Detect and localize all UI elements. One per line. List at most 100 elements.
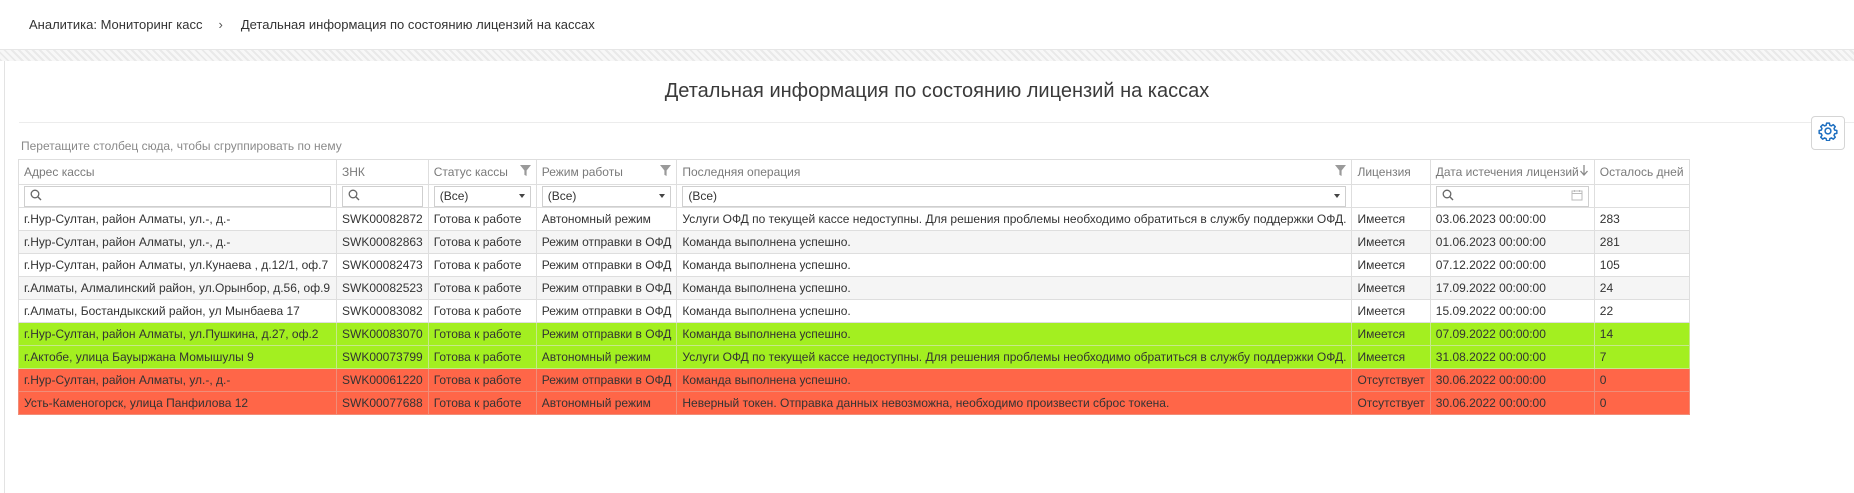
cell-operation: Команда выполнена успешно. — [676, 368, 1353, 392]
cell-status: Готова к работе — [427, 230, 537, 254]
licenses-grid: Адрес кассы ЗНК Статус кассы Режим работ… — [18, 159, 1690, 415]
cell-status: Готова к работе — [427, 299, 537, 323]
page-divider — [0, 50, 1854, 61]
cell-days: 7 — [1593, 345, 1690, 369]
cell-days: 105 — [1593, 253, 1690, 277]
table-row[interactable]: г.Нур-Султан, район Алматы, ул.-, д.- SWK… — [18, 230, 1690, 254]
cell-address: г.Актобе, улица Бауыржана Момышулы 9 — [18, 345, 337, 369]
funnel-icon[interactable] — [660, 165, 672, 179]
cell-license: Имеется — [1351, 253, 1431, 277]
table-row[interactable]: г.Нур-Султан, район Алматы, ул.Пушкина, … — [18, 322, 1690, 346]
cell-operation: Услуги ОФД по текущей кассе недоступны. … — [676, 345, 1353, 369]
table-row[interactable]: г.Нур-Султан, район Алматы, ул.Кунаева ,… — [18, 253, 1690, 277]
cell-status: Готова к работе — [427, 276, 537, 300]
cell-expires: 07.09.2022 00:00:00 — [1429, 322, 1595, 346]
cell-status: Готова к работе — [427, 322, 537, 346]
cell-mode: Режим отправки в ОФД — [535, 322, 678, 346]
group-panel-hint[interactable]: Перетащите столбец сюда, чтобы сгруппиро… — [21, 139, 342, 153]
cell-address: г.Нур-Султан, район Алматы, ул.-, д.- — [18, 368, 337, 392]
filter-operation-select[interactable]: (Все) — [682, 185, 1347, 207]
cell-operation: Команда выполнена успешно. — [676, 299, 1353, 323]
filter-expiry-input[interactable] — [1435, 185, 1589, 207]
cell-expires: 07.12.2022 00:00:00 — [1429, 253, 1595, 277]
breadcrumb-separator: › — [218, 17, 223, 32]
cell-days: 14 — [1593, 322, 1690, 346]
table-row[interactable]: г.Нур-Султан, район Алматы, ул.-, д.- SWK… — [18, 368, 1690, 392]
column-header-license[interactable]: Лицензия — [1351, 159, 1431, 185]
column-header-operation[interactable]: Последняя операция — [676, 159, 1353, 185]
breadcrumb: Аналитика: Мониторинг касс › Детальная и… — [0, 0, 1854, 50]
filter-row: (Все) (Все) (Все) — [18, 184, 1690, 208]
header-row: Адрес кассы ЗНК Статус кассы Режим работ… — [18, 159, 1690, 185]
cell-operation: Неверный токен. Отправка данных невозмож… — [676, 391, 1353, 415]
column-header-status[interactable]: Статус кассы — [427, 159, 537, 185]
funnel-icon[interactable] — [1335, 165, 1347, 179]
chevron-down-icon — [659, 194, 666, 198]
column-header-address[interactable]: Адрес кассы — [18, 159, 337, 185]
cell-license: Отсутствует — [1351, 368, 1431, 392]
cell-address: Усть-Каменогорск, улица Панфилова 12 — [18, 391, 337, 415]
cell-status: Готова к работе — [427, 345, 537, 369]
cell-status: Готова к работе — [427, 207, 537, 231]
cell-address: г.Алматы, Алмалинский район, ул.Орынбор,… — [18, 276, 337, 300]
cell-znk: SWK00073799 — [336, 345, 429, 369]
filter-mode-select[interactable]: (Все) — [541, 185, 672, 207]
cell-expires: 31.08.2022 00:00:00 — [1429, 345, 1595, 369]
cell-operation: Команда выполнена успешно. — [676, 230, 1353, 254]
cell-days: 281 — [1593, 230, 1690, 254]
breadcrumb-item-current: Детальная информация по состоянию лиценз… — [240, 17, 595, 32]
search-icon — [1442, 189, 1454, 204]
cell-days: 283 — [1593, 207, 1690, 231]
cell-address: г.Нур-Султан, район Алматы, ул.Пушкина, … — [18, 322, 337, 346]
funnel-icon[interactable] — [519, 165, 531, 179]
cell-mode: Режим отправки в ОФД — [535, 276, 678, 300]
cell-mode: Автономный режим — [535, 391, 678, 415]
column-header-mode[interactable]: Режим работы — [535, 159, 678, 185]
cell-znk: SWK00082523 — [336, 276, 429, 300]
cell-mode: Режим отправки в ОФД — [535, 230, 678, 254]
cell-days: 0 — [1593, 391, 1690, 415]
filter-address-input[interactable] — [24, 185, 331, 207]
cell-mode: Автономный режим — [535, 207, 678, 231]
cell-operation: Команда выполнена успешно. — [676, 322, 1353, 346]
chevron-down-icon — [518, 194, 525, 198]
cell-expires: 15.09.2022 00:00:00 — [1429, 299, 1595, 323]
cell-expires: 03.06.2023 00:00:00 — [1429, 207, 1595, 231]
cell-address: г.Нур-Султан, район Алматы, ул.-, д.- — [18, 230, 337, 254]
filter-days-cell — [1593, 184, 1690, 208]
cell-znk: SWK00082872 — [336, 207, 429, 231]
cell-license: Имеется — [1351, 322, 1431, 346]
cell-days: 24 — [1593, 276, 1690, 300]
cell-znk: SWK00082473 — [336, 253, 429, 277]
cell-address: г.Нур-Султан, район Алматы, ул.-, д.- — [18, 207, 337, 231]
cell-address: г.Алматы, Бостандыкский район, ул Мынбае… — [18, 299, 337, 323]
column-header-expiry[interactable]: Дата истечения лицензий — [1429, 159, 1595, 185]
filter-status-select[interactable]: (Все) — [433, 185, 531, 207]
table-row[interactable]: г.Алматы, Бостандыкский район, ул Мынбае… — [18, 299, 1690, 323]
column-header-znk[interactable]: ЗНК — [336, 159, 429, 185]
cell-days: 22 — [1593, 299, 1690, 323]
calendar-icon[interactable] — [1571, 189, 1583, 204]
filter-znk-input[interactable] — [342, 185, 423, 207]
column-header-days-left[interactable]: Осталось дней — [1593, 159, 1690, 185]
search-icon — [30, 189, 42, 204]
table-row[interactable]: г.Алматы, Алмалинский район, ул.Орынбор,… — [18, 276, 1690, 300]
settings-button[interactable] — [1811, 116, 1845, 150]
cell-license: Имеется — [1351, 299, 1431, 323]
cell-znk: SWK00061220 — [336, 368, 429, 392]
cell-znk: SWK00083082 — [336, 299, 429, 323]
cell-mode: Режим отправки в ОФД — [535, 253, 678, 277]
cell-expires: 30.06.2022 00:00:00 — [1429, 368, 1595, 392]
cell-address: г.Нур-Султан, район Алматы, ул.Кунаева ,… — [18, 253, 337, 277]
cell-license: Имеется — [1351, 230, 1431, 254]
cell-license: Имеется — [1351, 276, 1431, 300]
table-row[interactable]: г.Нур-Султан, район Алматы, ул.-, д.- SWK… — [18, 207, 1690, 231]
cell-days: 0 — [1593, 368, 1690, 392]
cell-znk: SWK00077688 — [336, 391, 429, 415]
table-row[interactable]: г.Актобе, улица Бауыржана Момышулы 9 SWK0… — [18, 345, 1690, 369]
table-row[interactable]: Усть-Каменогорск, улица Панфилова 12 SWK0… — [18, 391, 1690, 415]
cell-znk: SWK00082863 — [336, 230, 429, 254]
breadcrumb-item-monitoring[interactable]: Аналитика: Мониторинг касс — [29, 17, 202, 32]
sort-down-icon[interactable] — [1579, 165, 1589, 179]
page-title: Детальная информация по состоянию лиценз… — [19, 61, 1854, 123]
